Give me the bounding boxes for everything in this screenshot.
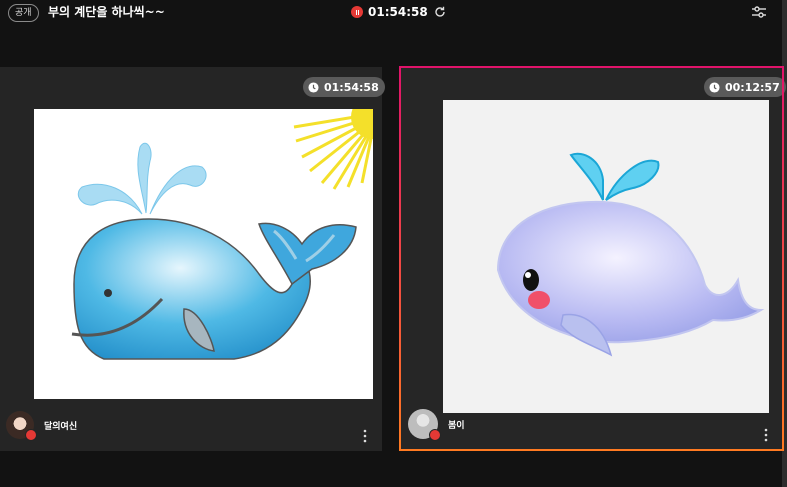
timer-badge: 01:54:58 xyxy=(303,77,385,97)
scrollbar[interactable] xyxy=(782,0,787,487)
record-icon xyxy=(351,6,363,18)
recording-indicator: 01:54:58 xyxy=(351,4,447,20)
refresh-icon[interactable] xyxy=(433,5,447,19)
participant-info: 봄이 xyxy=(408,409,465,441)
participant-name: 달의여신 xyxy=(44,421,78,432)
visibility-badge: 공개 xyxy=(8,4,39,22)
mic-icon xyxy=(429,429,441,441)
avatar[interactable] xyxy=(408,409,441,441)
participant-tile-active[interactable]: 00:12:57 봄이 xyxy=(401,67,786,449)
more-icon[interactable] xyxy=(363,429,367,443)
shared-image-whale xyxy=(443,100,769,413)
timer-badge: 00:12:57 xyxy=(704,77,786,97)
clock-icon xyxy=(308,81,319,93)
clock-icon xyxy=(709,81,720,93)
participant-name: 봄이 xyxy=(448,420,465,431)
timer-text: 00:12:57 xyxy=(725,80,780,94)
settings-icon[interactable] xyxy=(750,3,768,21)
timer-text: 01:54:58 xyxy=(324,80,379,94)
participant-info: 달의여신 xyxy=(6,411,78,441)
mic-icon xyxy=(25,429,37,441)
shared-image-whale xyxy=(34,109,373,399)
avatar[interactable] xyxy=(6,411,37,441)
recording-time: 01:54:58 xyxy=(368,5,428,19)
room-title: 부의 계단을 하나씩~~ xyxy=(48,5,165,19)
more-icon[interactable] xyxy=(764,428,768,442)
top-bar: 공개 부의 계단을 하나씩~~ 01:54:58 xyxy=(0,0,787,24)
participant-tile[interactable]: 01:54:58 달의여신 xyxy=(0,67,385,451)
